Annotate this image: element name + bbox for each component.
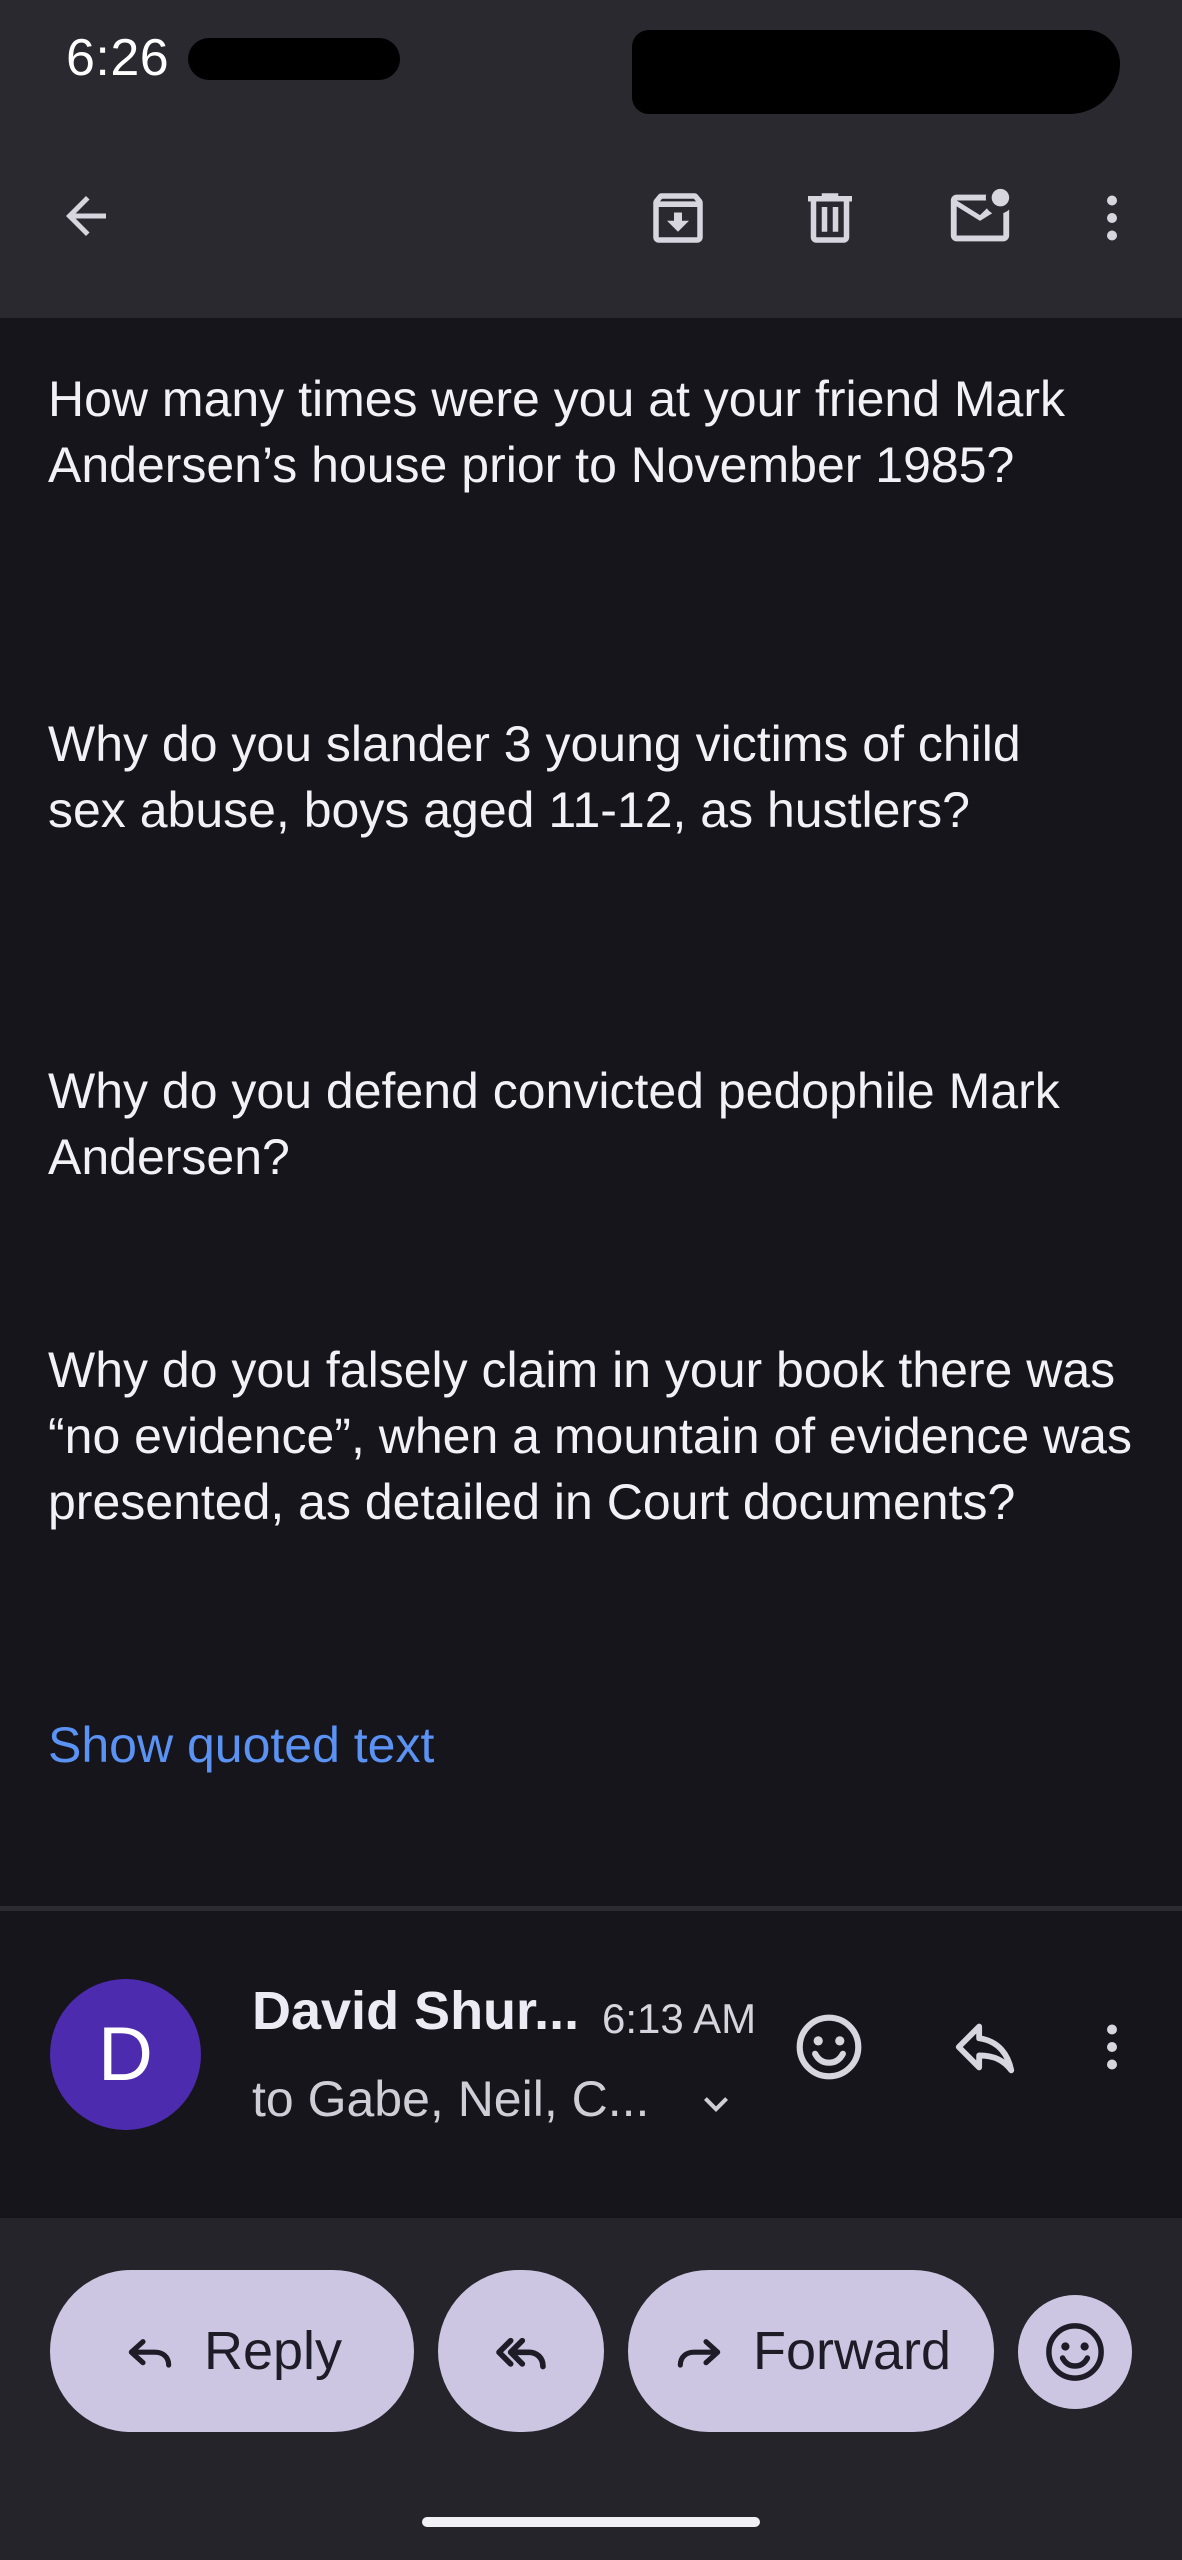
reply-all-icon bbox=[496, 2337, 546, 2370]
more-options-button[interactable] bbox=[1072, 176, 1152, 260]
back-button[interactable] bbox=[46, 176, 126, 256]
reply-all-button[interactable] bbox=[438, 2270, 604, 2432]
archive-button[interactable] bbox=[636, 176, 720, 260]
delete-button[interactable] bbox=[788, 176, 872, 260]
mark-unread-button[interactable] bbox=[938, 176, 1022, 260]
reply-icon-button[interactable] bbox=[940, 2002, 1030, 2092]
trash-icon bbox=[808, 193, 852, 243]
archive-icon bbox=[653, 193, 703, 243]
message-time: 6:13 AM bbox=[602, 1995, 757, 2042]
home-indicator[interactable] bbox=[422, 2517, 760, 2527]
expand-recipients-button[interactable] bbox=[690, 2078, 742, 2130]
status-time: 6:26 bbox=[66, 29, 170, 87]
reply-icon bbox=[128, 2339, 172, 2368]
react-emoji-button[interactable] bbox=[784, 2002, 874, 2092]
arrow-back-icon bbox=[66, 196, 106, 236]
reply-icon bbox=[955, 2023, 1015, 2074]
avatar[interactable]: D bbox=[50, 1979, 201, 2130]
redacted-status-left bbox=[188, 38, 400, 80]
redacted-status-right bbox=[632, 30, 1120, 114]
body-paragraph-4: Why do you falsely claim in your book th… bbox=[48, 1342, 1132, 1530]
emoji-react-button[interactable] bbox=[1018, 2295, 1132, 2409]
emoji-icon bbox=[1046, 2323, 1104, 2381]
recipients-summary[interactable]: to Gabe, Neil, C... bbox=[252, 2070, 649, 2128]
forward-button[interactable]: Forward bbox=[628, 2270, 994, 2432]
reply-button[interactable]: Reply bbox=[50, 2270, 414, 2432]
body-paragraph-1: How many times were you at your friend M… bbox=[48, 371, 1066, 493]
message-more-button[interactable] bbox=[1072, 2002, 1152, 2092]
reply-label: Reply bbox=[203, 2321, 343, 2381]
more-vert-icon bbox=[1107, 2024, 1117, 2070]
show-quoted-text-link[interactable]: Show quoted text bbox=[48, 1716, 434, 1774]
top-app-bar: 6:26 bbox=[0, 0, 1182, 318]
more-vert-icon bbox=[1107, 195, 1117, 241]
body-paragraph-3: Why do you defend convicted pedophile Ma… bbox=[48, 1063, 1060, 1185]
forward-icon bbox=[677, 2339, 721, 2368]
mark-unread-icon bbox=[950, 188, 1010, 242]
body-paragraph-2: Why do you slander 3 young victims of ch… bbox=[48, 716, 1021, 838]
emoji-icon bbox=[796, 2014, 862, 2080]
sender-name: David Shur... bbox=[252, 1981, 580, 2041]
forward-label: Forward bbox=[752, 2321, 952, 2381]
chevron-down-icon bbox=[704, 2097, 728, 2112]
